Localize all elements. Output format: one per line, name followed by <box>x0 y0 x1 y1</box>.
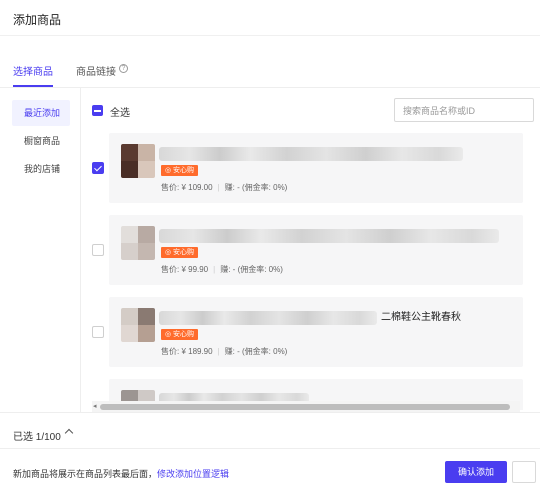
product-commission: (佣金率: 0%) <box>242 347 288 356</box>
product-earn: 赚: - <box>224 183 240 192</box>
product-title-blurred <box>159 147 463 161</box>
selected-count[interactable]: 已选 1/100 <box>13 428 61 443</box>
product-earn: 赚: - <box>224 347 240 356</box>
dialog-footer: 新加商品将展示在商品列表最后面，修改添加位置逻辑 确认添加 <box>0 448 540 494</box>
selection-bar: 已选 1/100 <box>0 412 540 448</box>
anxin-badge: ◎ 安心购 <box>161 247 199 258</box>
product-thumbnail <box>121 144 155 178</box>
product-price-line: 售价: ¥ 99.90 | 赚: - (佣金率: 0%) <box>161 265 283 274</box>
horizontal-scrollbar[interactable]: ◂ <box>92 401 520 412</box>
anxin-badge: ◎ 安心购 <box>161 165 199 176</box>
product-commission: (佣金率: 0%) <box>237 265 283 274</box>
confirm-add-button[interactable]: 确认添加 <box>445 461 507 483</box>
product-checkbox[interactable] <box>92 244 104 256</box>
product-title-blurred <box>159 229 499 243</box>
footer-note-text: 新加商品将展示在商品列表最后面， <box>13 469 158 479</box>
cancel-button[interactable] <box>512 461 536 483</box>
product-commission: (佣金率: 0%) <box>242 183 288 192</box>
product-card[interactable]: ◎ 安心购 售价: ¥ 99.90 | 赚: - (佣金率: 0%) <box>109 215 523 285</box>
change-position-link[interactable]: 修改添加位置逻辑 <box>157 469 229 479</box>
scroll-left-icon[interactable]: ◂ <box>93 402 97 410</box>
footer-note: 新加商品将展示在商品列表最后面，修改添加位置逻辑 <box>13 467 229 480</box>
sidebar-item-recent[interactable]: 最近添加 <box>12 100 70 126</box>
sidebar: 最近添加 橱窗商品 我的店铺 <box>0 88 81 412</box>
tab-bar: 选择商品 商品链接 ? <box>0 56 540 88</box>
product-price: 售价: ¥ 189.90 <box>161 347 213 356</box>
info-icon[interactable]: ? <box>119 64 128 73</box>
dialog-header: 添加商品 <box>0 0 540 36</box>
dialog-title: 添加商品 <box>13 13 62 27</box>
product-price: 售价: ¥ 99.90 <box>161 265 209 274</box>
search-input[interactable]: 搜索商品名称或ID <box>394 98 534 122</box>
product-price: 售价: ¥ 109.00 <box>161 183 213 192</box>
product-checkbox[interactable] <box>92 162 104 174</box>
select-all-checkbox[interactable] <box>92 105 103 116</box>
tab-product-link[interactable]: 商品链接 <box>76 63 116 78</box>
product-list: ◎ 安心购 售价: ¥ 109.00 | 赚: - (佣金率: 0%) ◎ 安心购 … <box>81 125 540 410</box>
scrollbar-thumb[interactable] <box>100 404 510 410</box>
product-card[interactable]: ◎ 安心购 售价: ¥ 109.00 | 赚: - (佣金率: 0%) <box>109 133 523 203</box>
sidebar-item-showcase[interactable]: 橱窗商品 <box>12 128 70 154</box>
product-thumbnail <box>121 226 155 260</box>
product-price-line: 售价: ¥ 189.90 | 赚: - (佣金率: 0%) <box>161 347 288 356</box>
select-all-label[interactable]: 全选 <box>110 104 130 119</box>
tab-select-product[interactable]: 选择商品 <box>13 63 53 78</box>
product-thumbnail <box>121 308 155 342</box>
tab-active-indicator <box>13 85 53 87</box>
sidebar-item-my-store[interactable]: 我的店铺 <box>12 156 70 182</box>
product-title-blurred <box>159 311 377 325</box>
anxin-badge: ◎ 安心购 <box>161 329 199 340</box>
product-price-line: 售价: ¥ 109.00 | 赚: - (佣金率: 0%) <box>161 183 288 192</box>
chevron-up-icon[interactable] <box>64 428 74 438</box>
product-checkbox[interactable] <box>92 326 104 338</box>
product-earn: 赚: - <box>220 265 236 274</box>
product-card[interactable]: 二棉鞋公主靴春秋 ◎ 安心购 售价: ¥ 189.90 | 赚: - (佣金率: 0… <box>109 297 523 367</box>
product-title-visible: 二棉鞋公主靴春秋 <box>381 312 461 323</box>
